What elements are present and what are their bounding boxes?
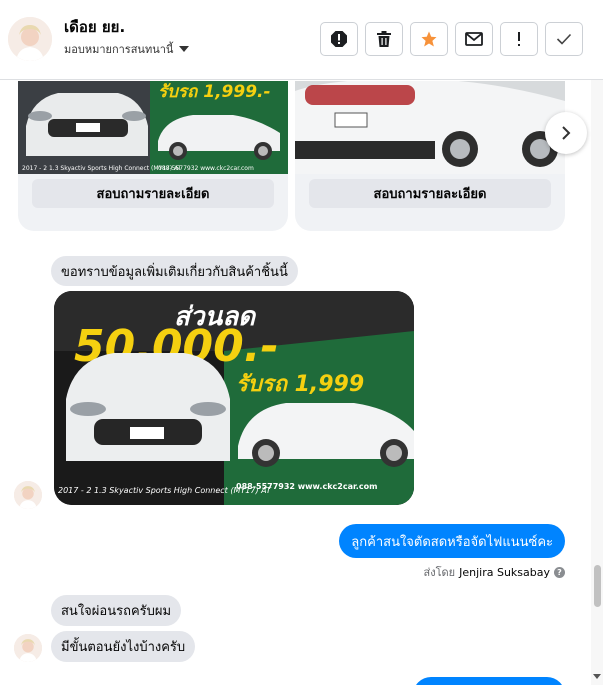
promo-text: รับรถ 1,999.- [158, 82, 271, 102]
exclamation-icon [518, 32, 520, 46]
incoming-message[interactable]: สนใจผ่อนรถครับผม [51, 595, 182, 626]
carousel-card: สอบถามรายละเอียด [295, 81, 565, 231]
check-icon [556, 33, 572, 45]
sent-by-prefix: ส่งโดย [423, 566, 456, 579]
incoming-message[interactable]: ขอทราบข้อมูลเพิ่มเติมเกี่ยวกับสินค้าชิ้น… [51, 256, 298, 286]
car-listing-image[interactable] [295, 81, 565, 174]
carousel-card: รับรถ 1,999.- 2017 - 2 1.3 Skyactiv Spor… [18, 81, 288, 231]
scrollbar[interactable] [591, 80, 603, 685]
scroll-down-arrow-icon[interactable] [593, 674, 601, 679]
star-icon [421, 31, 437, 47]
phone-text: 088-5577932 www.ckc2car.com [158, 165, 254, 172]
mark-done-button[interactable] [545, 22, 583, 56]
car-listing-image[interactable]: รับรถ 1,999.- 2017 - 2 1.3 Skyactiv Spor… [18, 81, 288, 174]
contact-name: เดือย ยย. [64, 18, 126, 36]
spam-icon [331, 31, 347, 47]
sender-name: Jenjira Suksabay [459, 565, 550, 579]
caret-down-icon [179, 46, 190, 52]
mark-spam-button[interactable] [320, 22, 358, 56]
photo-phone: 088-5577932 www.ckc2car.com [236, 482, 377, 491]
chevron-right-icon [562, 126, 571, 140]
contact-avatar[interactable] [8, 17, 52, 61]
ask-details-button[interactable]: สอบถามรายละเอียด [309, 179, 551, 208]
follow-up-button[interactable] [500, 22, 538, 56]
inbox-conversation: เดือย ยย. มอบหมายการสนทนานี้ รับรถ 1,999… [0, 0, 603, 685]
star-button[interactable] [410, 22, 448, 56]
conversation-header: เดือย ยย. มอบหมายการสนทนานี้ [0, 0, 603, 80]
conversation-actions [320, 22, 583, 56]
message-text: ลูกค้าสนใจตัดสดหรือจัดไฟแนนซ์คะ [351, 534, 553, 550]
ask-details-button[interactable]: สอบถามรายละเอียด [32, 179, 274, 208]
message-text: สนใจผ่อนรถครับผม [61, 604, 172, 619]
contact-avatar-small[interactable] [14, 481, 42, 509]
promo-subtext: รับรถ 1,999 [236, 372, 364, 397]
promo-photo[interactable]: ส่วนลด 50,000.- รับรถ 1,999 2017 - 2 1.3… [54, 291, 414, 505]
outgoing-message-partial[interactable] [413, 677, 565, 685]
delete-button[interactable] [365, 22, 403, 56]
carousel-next-button[interactable] [545, 112, 587, 154]
help-icon[interactable]: ? [554, 566, 565, 578]
message-text: ขอทราบข้อมูลเพิ่มเติมเกี่ยวกับสินค้าชิ้น… [61, 264, 288, 280]
assign-conversation-dropdown[interactable]: มอบหมายการสนทนานี้ [64, 40, 190, 58]
sent-by-label: ส่งโดย Jenjira Suksabay ? [424, 563, 565, 581]
message-text: มีขั้นตอนยังไงบ้างครับ [61, 640, 186, 655]
assign-label: มอบหมายการสนทนานี้ [64, 43, 174, 56]
mark-unread-button[interactable] [455, 22, 493, 56]
contact-avatar-small[interactable] [14, 634, 42, 662]
outgoing-message[interactable]: ลูกค้าสนใจตัดสดหรือจัดไฟแนนซ์คะ [339, 524, 565, 558]
message-thread[interactable]: รับรถ 1,999.- 2017 - 2 1.3 Skyactiv Spor… [0, 81, 603, 685]
incoming-message[interactable]: มีขั้นตอนยังไงบ้างครับ [51, 631, 196, 662]
trash-icon [377, 31, 391, 47]
mail-icon [465, 32, 483, 46]
scrollbar-thumb[interactable] [594, 565, 601, 607]
